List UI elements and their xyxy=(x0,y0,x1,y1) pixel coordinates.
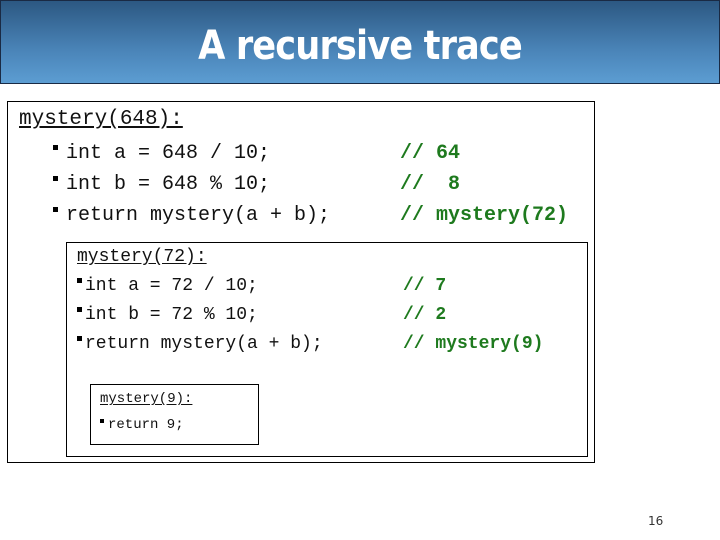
page-number: 16 xyxy=(648,514,664,528)
code-comment: // 2 xyxy=(403,305,447,325)
code-line: return mystery(a + b); xyxy=(53,204,330,227)
frame-call-label: mystery(648): xyxy=(19,108,183,131)
bullet-icon xyxy=(53,207,58,213)
code-comment: // mystery(72) xyxy=(400,204,569,227)
bullet-icon xyxy=(53,145,58,151)
code-line: return mystery(a + b); xyxy=(77,334,323,354)
bullet-icon xyxy=(77,277,82,283)
code-line: int b = 648 % 10; xyxy=(53,173,270,196)
bullet-icon xyxy=(77,335,82,341)
code-line: int a = 648 / 10; xyxy=(53,142,270,165)
code-line: int b = 72 % 10; xyxy=(77,305,258,325)
bullet-icon xyxy=(53,176,58,182)
code-text: int a = 648 / 10; xyxy=(66,142,271,165)
code-line: int a = 72 / 10; xyxy=(77,276,258,296)
bullet-icon xyxy=(100,419,104,424)
code-comment: // 8 xyxy=(400,173,461,196)
bullet-icon xyxy=(77,306,82,312)
code-text: int b = 72 % 10; xyxy=(85,305,258,325)
code-text: int a = 72 / 10; xyxy=(85,276,258,296)
code-text: return mystery(a + b); xyxy=(66,204,331,227)
title-banner: A recursive trace xyxy=(0,0,720,84)
code-comment: // 7 xyxy=(403,276,447,296)
code-line: return 9; xyxy=(100,417,184,433)
code-text: return 9; xyxy=(108,417,184,433)
slide-title: A recursive trace xyxy=(198,23,523,69)
code-comment: // mystery(9) xyxy=(403,334,544,354)
frame-call-label: mystery(72): xyxy=(77,247,207,267)
frame-call-label: mystery(9): xyxy=(100,391,193,407)
code-text: return mystery(a + b); xyxy=(85,334,323,354)
code-comment: // 64 xyxy=(400,142,461,165)
frame-mystery-9: mystery(9): return 9; xyxy=(90,384,259,445)
code-text: int b = 648 % 10; xyxy=(66,173,271,196)
